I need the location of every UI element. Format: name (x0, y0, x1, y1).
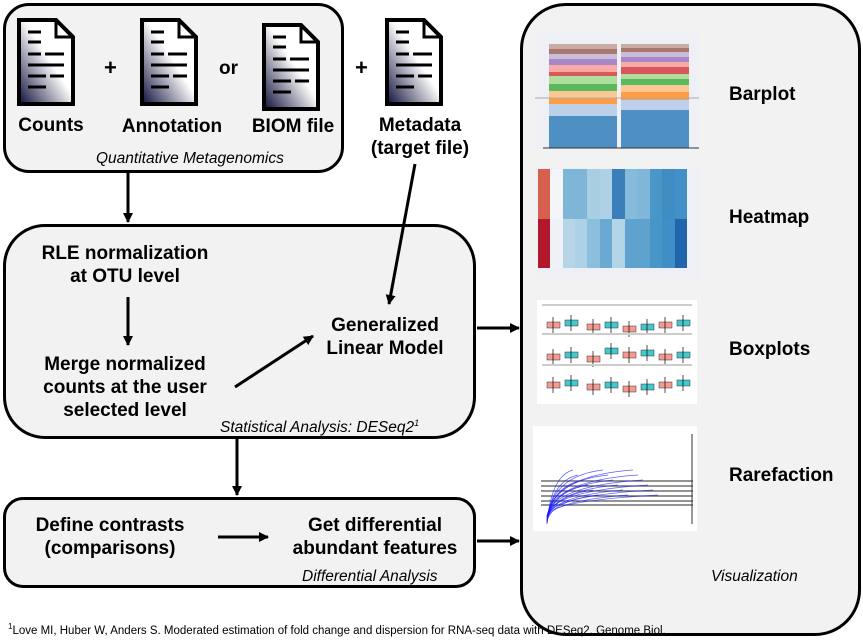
connector-arrows (123, 163, 520, 546)
workflow-diagram: + or + Counts Annotation BIOM file Metad… (0, 0, 863, 642)
footnote: 1Love MI, Huber W, Anders S. Moderated e… (8, 622, 666, 637)
arrow-merge-to-glm (234, 334, 314, 389)
footnote-text: Love MI, Huber W, Anders S. Moderated es… (12, 624, 666, 637)
arrow-metadata-to-glm (385, 163, 417, 305)
